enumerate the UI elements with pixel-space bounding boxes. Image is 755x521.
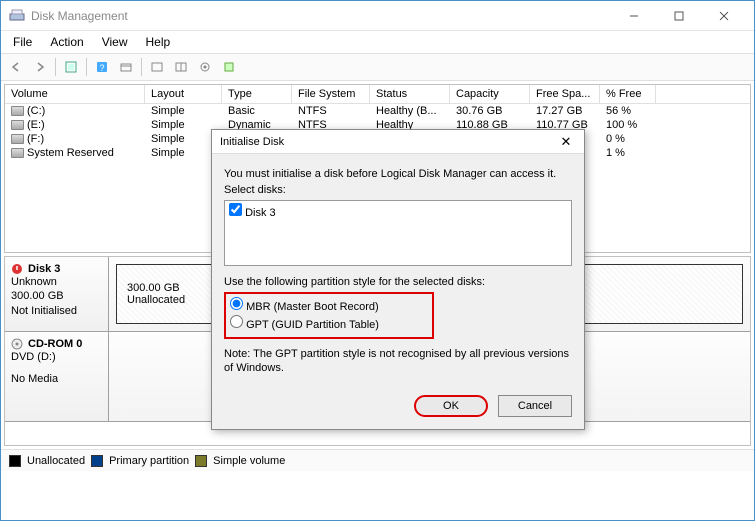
vol-pct: 56 % — [600, 104, 656, 118]
cancel-button[interactable]: Cancel — [498, 395, 572, 417]
col-type[interactable]: Type — [222, 85, 292, 103]
partition-style-group: MBR (Master Boot Record) GPT (GUID Parti… — [224, 292, 434, 339]
maximize-button[interactable] — [656, 2, 701, 30]
svg-text:?: ? — [99, 63, 104, 73]
col-status[interactable]: Status — [370, 85, 450, 103]
menu-action[interactable]: Action — [42, 33, 91, 51]
vol-type: Basic — [222, 104, 292, 118]
dialog-note: Note: The GPT partition style is not rec… — [224, 347, 572, 376]
toolbar-icon-3[interactable] — [146, 56, 168, 78]
vol-name: System Reserved — [27, 147, 114, 159]
ok-button[interactable]: OK — [414, 395, 488, 417]
dialog-buttons: OK Cancel — [212, 389, 584, 429]
legend-swatch-unalloc — [9, 455, 21, 467]
app-icon — [9, 8, 25, 24]
legend-unalloc: Unallocated — [27, 455, 85, 467]
toolbar-icon-4[interactable] — [170, 56, 192, 78]
vol-name: (C:) — [27, 105, 45, 117]
cdrom-state: No Media — [11, 372, 102, 386]
select-disks-label: Select disks: — [224, 184, 572, 196]
legend-swatch-simple — [195, 455, 207, 467]
dialog-message: You must initialise a disk before Logica… — [224, 168, 572, 180]
volume-row[interactable]: (C:) Simple Basic NTFS Healthy (B... 30.… — [5, 104, 750, 118]
initialise-disk-dialog: Initialise Disk ✕ You must initialise a … — [211, 129, 585, 430]
vol-cap: 30.76 GB — [450, 104, 530, 118]
drive-icon — [11, 148, 24, 158]
radio-gpt[interactable]: GPT (GUID Partition Table) — [230, 315, 428, 333]
menu-help[interactable]: Help — [138, 33, 179, 51]
menu-file[interactable]: File — [5, 33, 40, 51]
back-button[interactable] — [5, 56, 27, 78]
menu-view[interactable]: View — [94, 33, 136, 51]
gpt-radio[interactable] — [230, 315, 243, 328]
forward-button[interactable] — [29, 56, 51, 78]
col-volume[interactable]: Volume — [5, 85, 145, 103]
disk-size: 300.00 GB — [11, 289, 102, 303]
legend-primary: Primary partition — [109, 455, 189, 467]
drive-icon — [11, 134, 24, 144]
col-layout[interactable]: Layout — [145, 85, 222, 103]
disk-label: Disk 3 Unknown 300.00 GB Not Initialised — [5, 257, 109, 331]
disk-state: Not Initialised — [11, 304, 102, 318]
col-free[interactable]: Free Spa... — [530, 85, 600, 103]
partition-style-label: Use the following partition style for th… — [224, 276, 572, 288]
disk-name: Disk 3 — [28, 263, 60, 275]
toolbar-icon-1[interactable] — [60, 56, 82, 78]
disk-checkbox-item[interactable]: Disk 3 — [229, 207, 276, 219]
drive-icon — [11, 120, 24, 130]
vol-layout: Simple — [145, 104, 222, 118]
menubar: File Action View Help — [1, 31, 754, 53]
disk-select-list[interactable]: Disk 3 — [224, 200, 572, 266]
drive-icon — [11, 106, 24, 116]
cdrom-icon — [11, 338, 25, 350]
toolbar-icon-6[interactable] — [218, 56, 240, 78]
vol-status: Healthy (B... — [370, 104, 450, 118]
col-percent[interactable]: % Free — [600, 85, 656, 103]
disk-label: CD-ROM 0 DVD (D:) No Media — [5, 332, 109, 421]
disk-kind: Unknown — [11, 275, 102, 289]
vol-fs: NTFS — [292, 104, 370, 118]
close-button[interactable] — [701, 2, 746, 30]
dialog-titlebar: Initialise Disk ✕ — [212, 130, 584, 154]
disk3-checkbox[interactable] — [229, 203, 242, 216]
help-icon[interactable]: ? — [91, 56, 113, 78]
toolbar-icon-5[interactable] — [194, 56, 216, 78]
legend-simple: Simple volume — [213, 455, 285, 467]
col-capacity[interactable]: Capacity — [450, 85, 530, 103]
volume-list-header: Volume Layout Type File System Status Ca… — [5, 85, 750, 104]
toolbar-icon-2[interactable] — [115, 56, 137, 78]
minimize-button[interactable] — [611, 2, 656, 30]
legend-swatch-primary — [91, 455, 103, 467]
vol-name: (E:) — [27, 119, 45, 131]
cdrom-name: CD-ROM 0 — [28, 338, 82, 350]
legend: Unallocated Primary partition Simple vol… — [1, 449, 754, 471]
vol-name: (F:) — [27, 133, 44, 145]
mbr-radio[interactable] — [230, 297, 243, 310]
col-filesystem[interactable]: File System — [292, 85, 370, 103]
titlebar: Disk Management — [1, 1, 754, 31]
dialog-close-button[interactable]: ✕ — [556, 134, 576, 150]
vol-free: 17.27 GB — [530, 104, 600, 118]
window-title: Disk Management — [31, 9, 611, 23]
disk-warn-icon — [11, 263, 25, 275]
cdrom-drive: DVD (D:) — [11, 350, 102, 364]
radio-mbr[interactable]: MBR (Master Boot Record) — [230, 297, 428, 315]
toolbar: ? — [1, 53, 754, 81]
dialog-title: Initialise Disk — [220, 136, 556, 148]
